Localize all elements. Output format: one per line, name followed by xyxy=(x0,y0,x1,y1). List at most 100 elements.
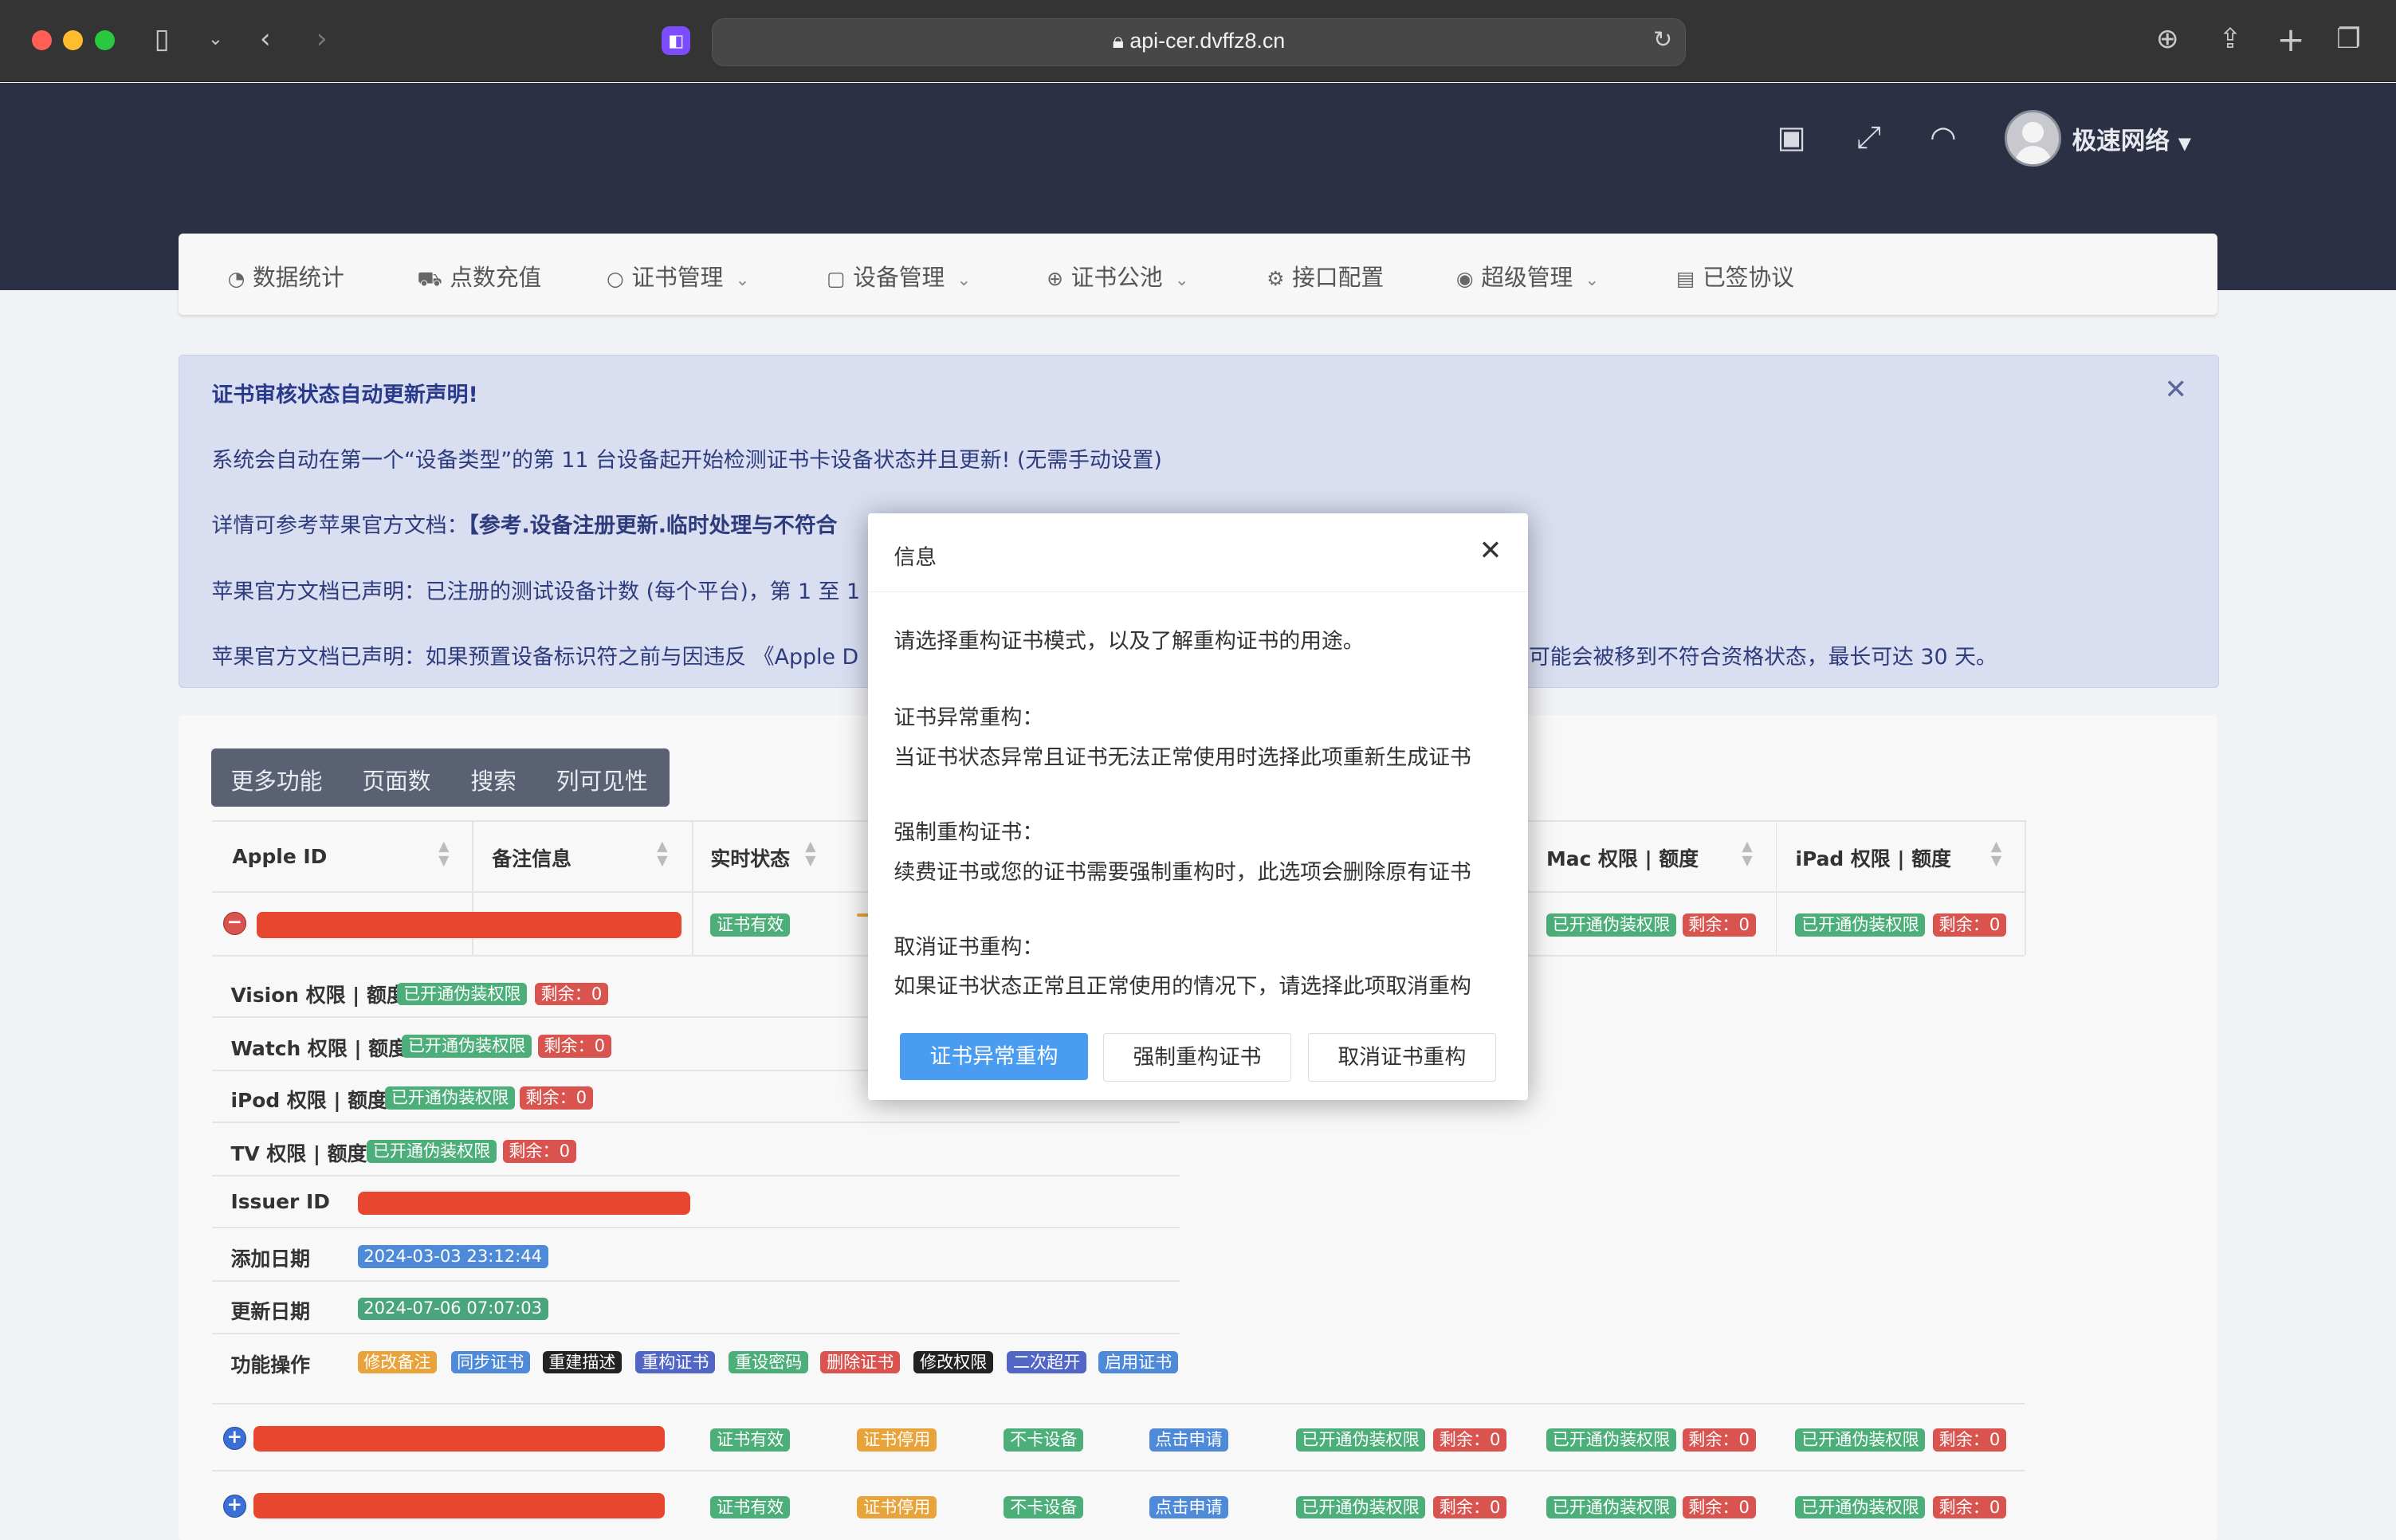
nav-api-config[interactable]: ⚙ 接口配置 xyxy=(1267,260,1384,293)
downloads-icon[interactable]: ⊕ xyxy=(2156,20,2179,60)
rebuild-profile-button[interactable]: 重建描述 xyxy=(542,1350,623,1374)
quota-badge: 剩余：0 xyxy=(1933,913,2006,937)
column-header-apple-id[interactable]: Apple ID xyxy=(232,845,327,868)
abnormal-rebuild-button[interactable]: 证书异常重构 xyxy=(900,1032,1088,1081)
status-badge: 证书有效 xyxy=(710,913,791,937)
status-badge: 证书有效 xyxy=(710,1495,791,1519)
quota-badge: 剩余：0 xyxy=(537,1034,611,1058)
column-header-mac-permission[interactable]: Mac 权限 | 额度 xyxy=(1546,843,1699,872)
reset-password-button[interactable]: 重设密码 xyxy=(729,1350,809,1374)
delete-cert-button[interactable]: 删除证书 xyxy=(820,1350,901,1374)
vision-permission-label: Vision 权限 | 额度 xyxy=(230,983,407,1007)
rebuild-cert-dialog: 信息 ✕ 请选择重构证书模式，以及了解重构证书的用途。 证书异常重构： 当证书状… xyxy=(867,513,1528,1101)
extension-icon[interactable]: ◧ xyxy=(662,26,691,55)
force-rebuild-button[interactable]: 强制重构证书 xyxy=(1103,1032,1291,1082)
sort-icon[interactable]: ▲ ▼ xyxy=(805,840,815,868)
chevron-down-icon[interactable]: ⌄ xyxy=(208,20,223,60)
sort-icon[interactable]: ▲ ▼ xyxy=(657,840,667,868)
chart-icon: ◔ xyxy=(227,266,245,290)
reload-icon[interactable]: ↻ xyxy=(1653,26,1672,53)
sort-icon[interactable]: ▲ ▼ xyxy=(1991,840,2001,868)
device-icon: ▢ xyxy=(827,266,846,290)
sort-icon[interactable]: ▲ ▼ xyxy=(438,840,449,868)
column-header-status[interactable]: 实时状态 xyxy=(710,843,790,872)
permission-badge: 已开通伪装权限 xyxy=(385,1086,515,1110)
forward-icon[interactable]: › xyxy=(316,20,328,60)
search-button[interactable]: 搜索 xyxy=(470,764,517,796)
page-size-button[interactable]: 页面数 xyxy=(362,764,430,796)
address-bar[interactable]: 🔒︎ api-cer.dvffz8.cn ↻ xyxy=(712,18,1686,66)
tab-overview-icon[interactable]: ❐ xyxy=(2336,20,2361,60)
option3-title: 取消证书重构： xyxy=(894,934,1044,960)
permission-badge: 已开通伪装权限 xyxy=(1795,1495,1926,1519)
apply-button[interactable]: 点击申请 xyxy=(1149,1428,1229,1452)
notice-line-4-right: 可能会被移到不符合资格状态，最长可达 30 天。 xyxy=(1528,645,1997,670)
close-icon[interactable]: ✕ xyxy=(1479,535,1502,567)
chevron-down-icon: ⌄ xyxy=(1174,269,1189,289)
permission-badge: 已开通伪装权限 xyxy=(1546,1428,1676,1452)
notice-line-4-left: 苹果官方文档已声明：如果预置设备标识符之前与因违反 《Apple D xyxy=(211,645,859,670)
permission-badge: 已开通伪装权限 xyxy=(1795,1428,1926,1452)
share-icon[interactable]: ⇪ xyxy=(2218,20,2241,60)
user-menu[interactable]: 极速网络 ▼ xyxy=(2072,120,2191,156)
gear-icon: ⚙ xyxy=(1267,266,1285,290)
redacted-apple-id xyxy=(253,1425,665,1452)
zoom-window-button[interactable] xyxy=(94,30,115,51)
collapse-row-icon[interactable]: − xyxy=(222,912,246,936)
back-icon[interactable]: ‹ xyxy=(260,20,271,60)
sort-icon[interactable]: ▲ ▼ xyxy=(1742,840,1752,868)
edit-remark-button[interactable]: 修改备注 xyxy=(357,1350,438,1374)
column-visibility-button[interactable]: 列可见性 xyxy=(556,764,648,796)
notice-line-3: 苹果官方文档已声明：已注册的测试设备计数 (每个平台)，第 1 至 1 xyxy=(211,579,861,604)
caret-down-icon: ▼ xyxy=(2178,133,2191,154)
dialog-title: 信息 xyxy=(894,544,937,570)
column-header-remark[interactable]: 备注信息 xyxy=(492,843,572,872)
quota-badge: 剩余：0 xyxy=(1933,1495,2006,1519)
rebuild-cert-button[interactable]: 重构证书 xyxy=(635,1350,716,1374)
new-tab-icon[interactable]: + xyxy=(2276,20,2304,60)
quota-badge: 剩余：0 xyxy=(1682,913,1756,937)
nav-data-stats[interactable]: ◔ 数据统计 xyxy=(228,260,344,293)
close-icon[interactable]: ✕ xyxy=(2164,374,2187,406)
cancel-rebuild-button[interactable]: 取消证书重构 xyxy=(1307,1032,1496,1082)
row-divider xyxy=(212,1402,2025,1404)
quota-badge: 剩余：0 xyxy=(1433,1428,1507,1452)
apply-button[interactable]: 点击申请 xyxy=(1149,1495,1229,1519)
column-header-ipad-permission[interactable]: iPad 权限 | 额度 xyxy=(1795,843,1951,872)
avatar[interactable] xyxy=(2005,110,2062,167)
permission-badge: 已开通伪装权限 xyxy=(367,1140,497,1163)
edit-permission-button[interactable]: 修改权限 xyxy=(913,1350,993,1374)
nav-super-admin[interactable]: ◉ 超级管理 ⌄ xyxy=(1456,260,1599,293)
lock-icon: 🔒︎ xyxy=(1112,28,1130,53)
status-badge: 证书有效 xyxy=(710,1428,791,1452)
archive-icon[interactable]: ▣ xyxy=(1777,120,1805,155)
redacted-issuer-id xyxy=(357,1192,691,1215)
permission-badge: 已开通伪装权限 xyxy=(1546,1495,1676,1519)
sync-cert-button[interactable]: 同步证书 xyxy=(450,1350,531,1374)
nav-signed-agreements[interactable]: ▤ 已签协议 xyxy=(1676,260,1794,293)
nav-cert-pool[interactable]: ⊕ 证书公池 ⌄ xyxy=(1047,260,1188,293)
fullscreen-icon[interactable]: ⤢ xyxy=(1856,120,1881,155)
notice-doc-link[interactable]: 【参考.设备注册更新.临时处理与不符合 xyxy=(468,513,837,538)
status-badge: 证书停用 xyxy=(857,1428,937,1452)
sidebar-toggle-icon[interactable]: ▯ xyxy=(155,20,170,60)
expand-row-icon[interactable]: + xyxy=(222,1427,246,1451)
second-exceed-button[interactable]: 二次超开 xyxy=(1007,1350,1086,1374)
nav-device-manage[interactable]: ▢ 设备管理 ⌄ xyxy=(827,260,971,293)
enable-cert-button[interactable]: 启用证书 xyxy=(1098,1350,1178,1374)
col-divider xyxy=(1775,820,1777,956)
headset-icon[interactable]: ◠ xyxy=(1930,120,1956,155)
close-window-button[interactable] xyxy=(32,30,53,51)
updated-date-badge: 2024-07-06 07:07:03 xyxy=(357,1297,548,1321)
minimize-window-button[interactable] xyxy=(62,30,83,51)
nav-cert-manage[interactable]: ○ 证书管理 ⌄ xyxy=(607,260,749,293)
more-functions-button[interactable]: 更多功能 xyxy=(230,764,322,796)
option3-desc: 如果证书状态正常且正常使用的情况下，请选择此项取消重构 xyxy=(894,974,1471,1000)
dialog-intro: 请选择重构证书模式，以及了解重构证书的用途。 xyxy=(894,629,1365,654)
expand-row-icon[interactable]: + xyxy=(222,1494,246,1518)
quota-badge: 剩余：0 xyxy=(1682,1428,1756,1452)
redacted-apple-id xyxy=(257,912,681,939)
tv-permission-label: TV 权限 | 额度 xyxy=(230,1142,367,1166)
nav-recharge[interactable]: ⛟ 点数充值 xyxy=(417,260,541,293)
col-divider xyxy=(692,820,694,956)
